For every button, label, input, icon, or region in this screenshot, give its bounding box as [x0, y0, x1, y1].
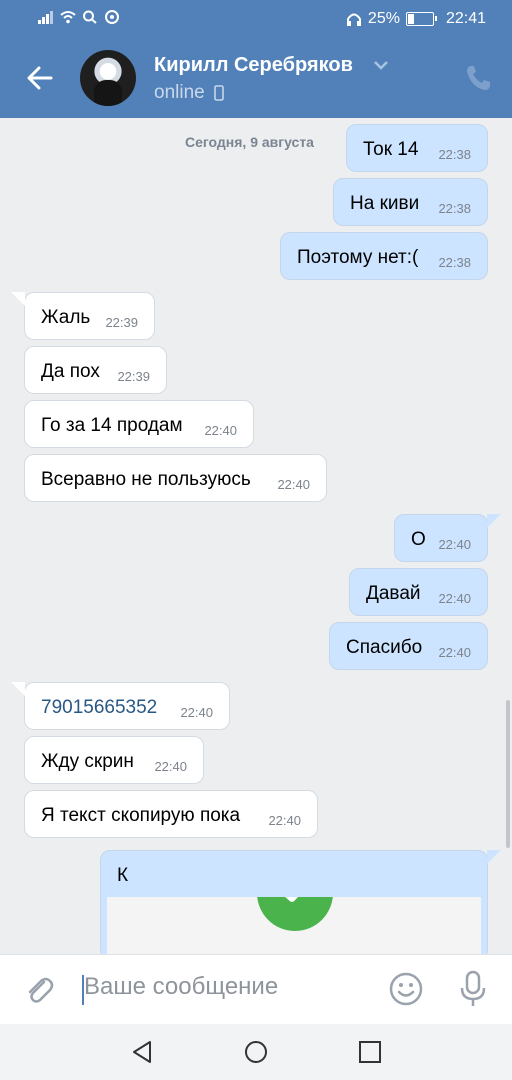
nav-back-icon[interactable]: [128, 1038, 156, 1066]
message-bubble-incoming[interactable]: Го за 14 продам 22:40: [24, 400, 254, 448]
message-text: Спасибо: [346, 637, 423, 658]
message-bubble-outgoing[interactable]: Давай 22:40: [349, 568, 488, 616]
message-input[interactable]: Ваше сообщение: [84, 973, 278, 1001]
call-icon[interactable]: [462, 62, 494, 94]
message-bubble-outgoing[interactable]: Спасибо 22:40: [329, 622, 488, 670]
message-bubble-incoming[interactable]: 79015665352 22:40: [11, 682, 230, 730]
emoji-icon[interactable]: [388, 971, 424, 1007]
back-arrow-icon: [27, 66, 53, 90]
message-text: О: [411, 529, 426, 550]
message-bubble-incoming[interactable]: Да пох 22:39: [24, 346, 167, 394]
message-bubble-outgoing[interactable]: О 22:40: [394, 514, 501, 562]
message-time: 22:40: [438, 591, 471, 606]
message-text: Я текст скопирую пока: [41, 805, 241, 826]
scrollbar[interactable]: [506, 700, 510, 848]
microphone-icon[interactable]: [456, 969, 490, 1009]
status-time: 22:41: [445, 10, 486, 27]
headphones-icon: [346, 13, 361, 26]
wifi-icon: [60, 11, 76, 24]
message-time: 22:38: [438, 255, 471, 270]
message-time: 22:38: [438, 147, 471, 162]
checkmark-icon: [257, 897, 333, 931]
message-time: 22:40: [204, 423, 237, 438]
message-text: Жаль: [41, 307, 91, 328]
message-time: 22:40: [277, 477, 310, 492]
message-time: 22:38: [438, 201, 471, 216]
nav-recent-icon[interactable]: [356, 1038, 384, 1066]
message-bubble-incoming[interactable]: Жаль 22:39: [11, 292, 155, 340]
search-icon: [83, 10, 97, 24]
status-left-icons: [38, 10, 120, 24]
message-text: Всеравно не пользуюсь: [41, 469, 251, 490]
back-button[interactable]: [20, 58, 60, 98]
message-bubble-outgoing[interactable]: На киви 22:38: [333, 178, 488, 226]
status-right-icons: 25% 22:41: [346, 10, 486, 28]
message-text: Давай: [366, 583, 421, 604]
message-time: 22:39: [117, 369, 150, 384]
mobile-phone-icon: [214, 85, 224, 101]
message-text: К: [117, 865, 129, 886]
avatar[interactable]: [80, 50, 136, 106]
message-time: 22:40: [180, 705, 213, 720]
chevron-down-icon[interactable]: [372, 56, 390, 74]
nav-home-icon[interactable]: [242, 1038, 270, 1066]
message-text: Жду скрин: [41, 751, 134, 772]
message-time: 22:39: [105, 315, 138, 330]
chat-header: Кирилл Серебряков online: [0, 38, 512, 118]
system-nav-bar: [0, 1024, 512, 1080]
message-bubble-outgoing-attachment[interactable]: К: [100, 850, 501, 967]
battery-icon: [405, 12, 437, 26]
online-status: online: [154, 82, 205, 103]
message-time: 22:40: [438, 645, 471, 660]
message-text: Го за 14 продам: [41, 415, 183, 436]
message-text: Да пох: [41, 361, 100, 382]
signal-icon: [38, 11, 53, 24]
message-bubble-outgoing[interactable]: Ток 14 22:38: [346, 124, 488, 172]
date-separator: Сегодня, 9 августа: [185, 134, 314, 150]
battery-percent: 25%: [367, 10, 400, 27]
message-time: 22:40: [268, 813, 301, 828]
message-text: Ток 14: [363, 139, 419, 160]
paperclip-icon[interactable]: [22, 973, 56, 1007]
message-input-bar: Ваше сообщение: [0, 954, 512, 1025]
message-text: Поэтому нет:(: [297, 247, 419, 268]
message-time: 22:40: [154, 759, 187, 774]
message-bubble-incoming[interactable]: Всеравно не пользуюсь 22:40: [24, 454, 327, 502]
message-time: 22:40: [438, 537, 471, 552]
message-bubble-outgoing[interactable]: Поэтому нет:( 22:38: [280, 232, 488, 280]
phone-number-link[interactable]: 79015665352: [41, 697, 157, 719]
message-bubble-incoming[interactable]: Жду скрин 22:40: [24, 736, 204, 784]
message-text: На киви: [350, 193, 420, 214]
message-bubble-incoming[interactable]: Я текст скопирую пока 22:40: [24, 790, 318, 838]
contact-name[interactable]: Кирилл Серебряков: [154, 54, 353, 77]
chat-status-icon: [105, 10, 119, 24]
status-bar: 25% 22:41: [0, 0, 512, 38]
